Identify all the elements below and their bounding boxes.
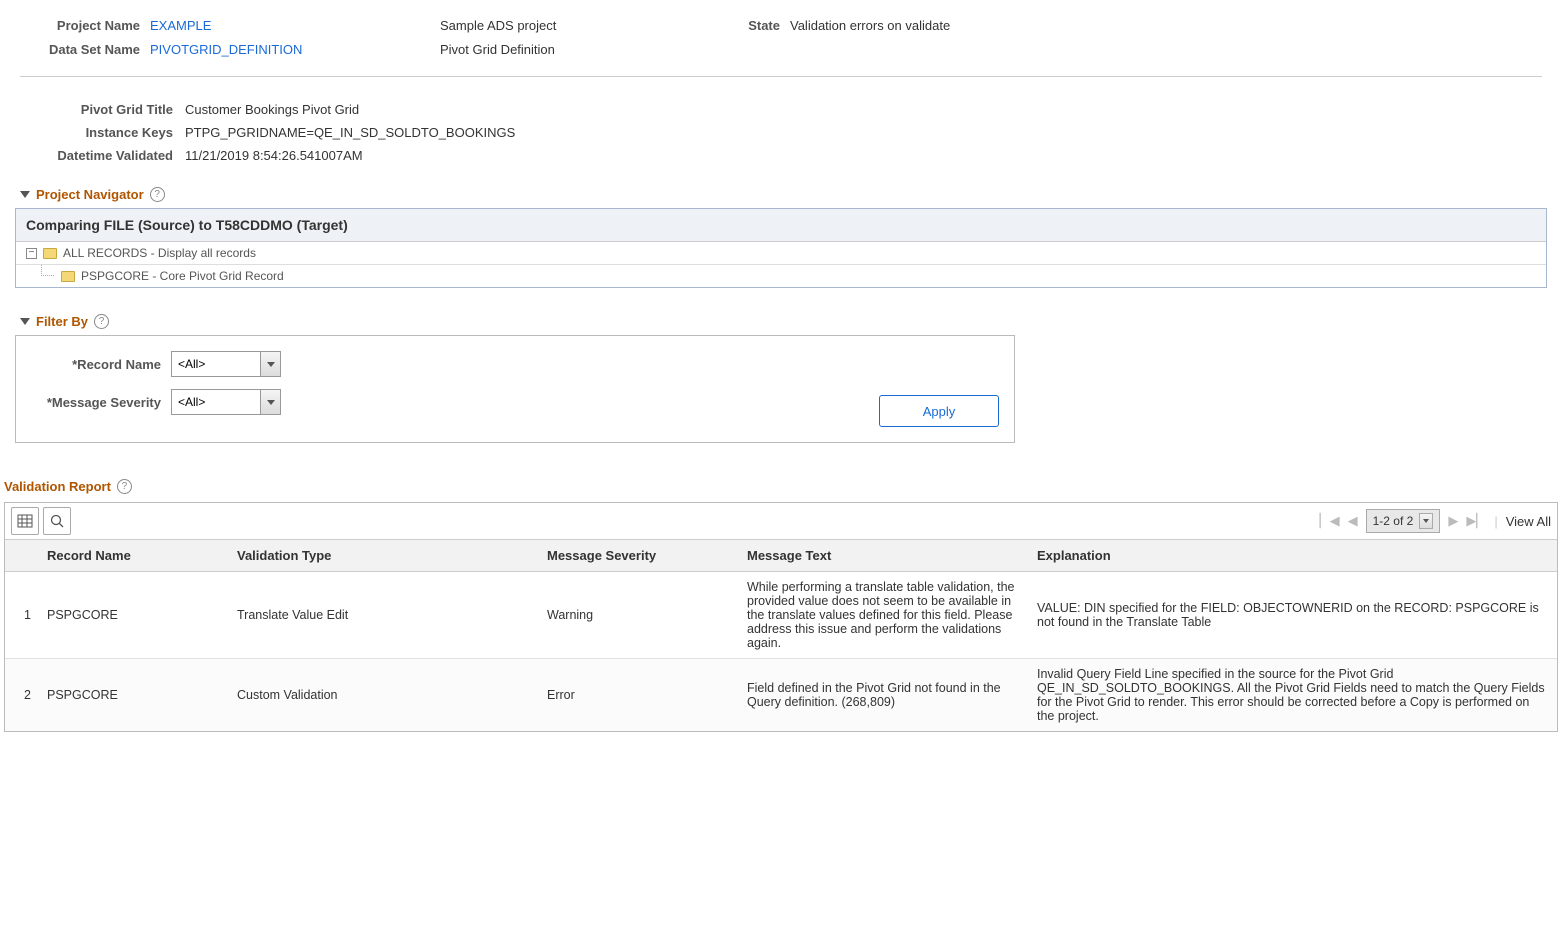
table-row: 1 PSPGCORE Translate Value Edit Warning … [5,572,1557,659]
tree-collapse-icon[interactable]: − [26,248,37,259]
filter-by-header[interactable]: Filter By ? [0,308,1562,335]
dataset-desc: Pivot Grid Definition [440,42,555,57]
cell-rownum: 1 [5,572,39,659]
state-label: State [740,18,790,33]
cell-record: PSPGCORE [39,659,229,732]
project-header: Project Name EXAMPLE Data Set Name PIVOT… [20,0,1542,77]
message-severity-filter-label: *Message Severity [31,395,171,410]
filter-panel: *Record Name *Message Severity Apply [15,335,1015,443]
view-all-link[interactable]: View All [1506,514,1551,529]
col-validation-type[interactable]: Validation Type [229,540,539,572]
project-desc: Sample ADS project [440,18,556,33]
folder-icon [43,248,57,259]
datetime-label: Datetime Validated [40,148,185,163]
help-icon[interactable]: ? [94,314,109,329]
cell-explanation: VALUE: DIN specified for the FIELD: OBJE… [1029,572,1557,659]
pivot-title-value: Customer Bookings Pivot Grid [185,102,359,117]
dataset-name-link[interactable]: PIVOTGRID_DEFINITION [150,42,302,57]
project-navigator-header[interactable]: Project Navigator ? [0,181,1562,208]
comparing-title: Comparing FILE (Source) to T58CDDMO (Tar… [16,209,1546,242]
validation-report-title: Validation Report [4,479,111,494]
dataset-name-label: Data Set Name [40,42,150,57]
validation-grid: ▏◀ ◀ 1-2 of 2 ▶ ▶▏ | View All Record Nam… [4,502,1558,732]
find-button[interactable] [43,507,71,535]
collapse-caret-icon [20,191,30,198]
col-record-name[interactable]: Record Name [39,540,229,572]
tree-child-row[interactable]: PSPGCORE - Core Pivot Grid Record [16,265,1546,287]
collapse-caret-icon [20,318,30,325]
cell-rownum: 2 [5,659,39,732]
search-icon [49,513,65,529]
project-navigator-title: Project Navigator [36,187,144,202]
cell-message: Field defined in the Pivot Grid not foun… [739,659,1029,732]
personalize-grid-button[interactable] [11,507,39,535]
cell-validation-type: Translate Value Edit [229,572,539,659]
cell-validation-type: Custom Validation [229,659,539,732]
validation-table: Record Name Validation Type Message Seve… [5,540,1557,731]
next-page-button[interactable]: ▶ [1448,513,1458,529]
instance-keys-label: Instance Keys [40,125,185,140]
tree-root-label: ALL RECORDS - Display all records [63,246,256,260]
project-navigator-panel: Comparing FILE (Source) to T58CDDMO (Tar… [15,208,1547,288]
page-range-text: 1-2 of 2 [1373,514,1414,528]
col-explanation[interactable]: Explanation [1029,540,1557,572]
grid-toolbar: ▏◀ ◀ 1-2 of 2 ▶ ▶▏ | View All [5,503,1557,540]
help-icon[interactable]: ? [117,479,132,494]
tree-root-row[interactable]: − ALL RECORDS - Display all records [16,242,1546,265]
first-page-button[interactable]: ▏◀ [1320,513,1340,529]
validation-report-header: Validation Report ? [0,473,1562,502]
col-message-text[interactable]: Message Text [739,540,1029,572]
separator: | [1494,514,1497,529]
cell-explanation: Invalid Query Field Line specified in th… [1029,659,1557,732]
col-message-severity[interactable]: Message Severity [539,540,739,572]
chevron-down-icon [1419,513,1433,529]
project-name-link[interactable]: EXAMPLE [150,18,211,33]
detail-block: Pivot Grid Title Customer Bookings Pivot… [0,77,1562,181]
state-value: Validation errors on validate [790,18,950,33]
help-icon[interactable]: ? [150,187,165,202]
last-page-button[interactable]: ▶▏ [1466,513,1486,529]
page-range[interactable]: 1-2 of 2 [1366,509,1441,533]
pivot-title-label: Pivot Grid Title [40,102,185,117]
project-name-label: Project Name [40,18,150,33]
apply-button[interactable]: Apply [879,395,999,427]
cell-severity: Error [539,659,739,732]
record-name-select[interactable] [171,351,281,377]
cell-message: While performing a translate table valid… [739,572,1029,659]
col-row-number [5,540,39,572]
grid-pager: ▏◀ ◀ 1-2 of 2 ▶ ▶▏ | View All [1320,509,1551,533]
folder-icon [61,271,75,282]
cell-record: PSPGCORE [39,572,229,659]
record-name-filter-label: *Record Name [31,357,171,372]
message-severity-select[interactable] [171,389,281,415]
table-row: 2 PSPGCORE Custom Validation Error Field… [5,659,1557,732]
datetime-value: 11/21/2019 8:54:26.541007AM [185,148,363,163]
cell-severity: Warning [539,572,739,659]
tree-child-label: PSPGCORE - Core Pivot Grid Record [81,269,284,283]
grid-icon [17,513,33,529]
instance-keys-value: PTPG_PGRIDNAME=QE_IN_SD_SOLDTO_BOOKINGS [185,125,515,140]
prev-page-button[interactable]: ◀ [1348,513,1358,529]
filter-by-title: Filter By [36,314,88,329]
